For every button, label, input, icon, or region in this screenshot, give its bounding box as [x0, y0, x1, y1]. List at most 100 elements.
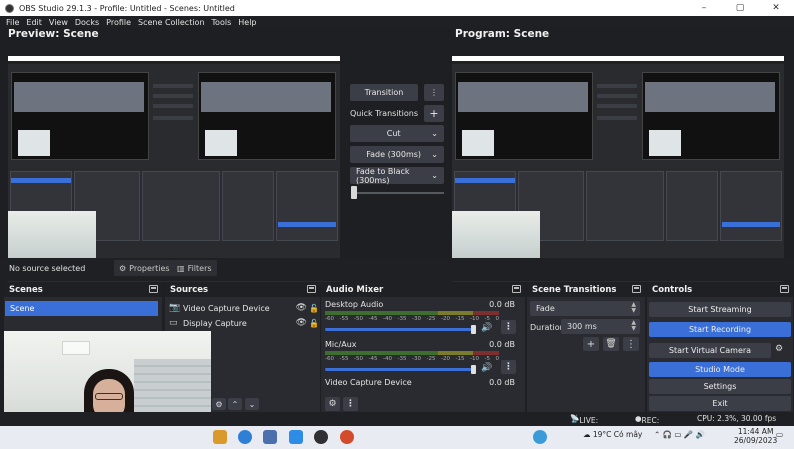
- edge-browser-icon[interactable]: [238, 430, 252, 444]
- quick-transition-fade-black[interactable]: Fade to Black (300ms) ⌄: [350, 167, 444, 185]
- trash-icon: 🗑: [605, 339, 617, 349]
- plus-icon: +: [586, 338, 596, 350]
- mixer-settings-button[interactable]: ⚙: [325, 397, 340, 411]
- os-taskbar: ☁ 19°C Có mây ⌃ 🎧 ▭ 🎤 🔊 11:44 AM 26/09/2…: [0, 426, 794, 449]
- undock-icon[interactable]: [780, 285, 789, 293]
- properties-button[interactable]: ⚙ Properties: [114, 260, 175, 276]
- eye-icon[interactable]: 👁: [296, 318, 307, 328]
- undock-icon[interactable]: [632, 285, 641, 293]
- undock-icon[interactable]: [512, 285, 521, 293]
- duration-value: 300 ms: [567, 322, 597, 331]
- eye-icon[interactable]: 👁: [296, 303, 307, 313]
- scenes-dock-title: Scenes: [9, 284, 43, 295]
- quick-transition-cut-label: Cut: [386, 129, 401, 138]
- minimize-button[interactable]: –: [686, 0, 722, 16]
- remove-transition-button[interactable]: 🗑: [603, 337, 619, 351]
- virtual-camera-settings-icon[interactable]: ⚙: [775, 344, 783, 354]
- volume-slider[interactable]: [325, 325, 476, 334]
- cpu-status: CPU: 2.3%, 30.00 fps: [697, 414, 777, 423]
- start-recording-button[interactable]: Start Recording: [649, 322, 791, 337]
- chevron-down-icon: ⌄: [248, 399, 256, 409]
- menu-scene-collection[interactable]: Scene Collection: [138, 18, 205, 27]
- source-item-video-capture[interactable]: 📷 Video Capture Device 👁 🔓: [169, 301, 321, 315]
- settings-button[interactable]: Settings: [649, 379, 791, 394]
- channel-name: Mic/Aux: [325, 340, 357, 349]
- chevron-up-icon: ⌃: [231, 399, 239, 409]
- source-settings-button[interactable]: ⚙: [212, 398, 226, 410]
- start-virtual-camera-button[interactable]: Start Virtual Camera: [649, 343, 771, 358]
- preview-title: Preview: Scene: [8, 28, 99, 40]
- duration-input[interactable]: 300 ms ▲ ▼: [561, 319, 640, 334]
- channel-name: Video Capture Device: [325, 378, 412, 387]
- studio-area: Preview: Scene Program: Scene Transition…: [0, 28, 794, 282]
- program-title: Program: Scene: [455, 28, 550, 40]
- mixer-menu-button[interactable]: ⋮: [343, 397, 358, 411]
- channel-db: 0.0 dB: [489, 340, 515, 349]
- window-controls: – ▢ ✕: [686, 0, 794, 16]
- meter-scale: -60 -55 -50 -45 -40 -35 -30 -25 -20 -15 -10 -5 0: [325, 316, 499, 322]
- filter-icon: ▥: [177, 263, 185, 273]
- zalo-icon[interactable]: [289, 430, 303, 444]
- volume-slider[interactable]: [325, 365, 476, 374]
- lock-icon[interactable]: 🔓: [309, 304, 319, 313]
- t-bar-handle[interactable]: [351, 186, 357, 199]
- properties-label: Properties: [129, 263, 170, 273]
- channel-db: 0.0 dB: [489, 300, 515, 309]
- add-quick-transition-button[interactable]: +: [424, 105, 444, 122]
- clock-date: 26/09/2023: [734, 436, 778, 445]
- quick-transition-cut[interactable]: Cut ⌄: [350, 125, 444, 142]
- transition-menu-button[interactable]: ⋮: [424, 84, 444, 101]
- quick-transition-fade[interactable]: Fade (300ms) ⌄: [350, 146, 444, 163]
- filters-button[interactable]: ▥ Filters: [172, 260, 217, 276]
- transition-menu-button[interactable]: ⋮: [623, 337, 639, 351]
- start-streaming-button[interactable]: Start Streaming: [649, 302, 791, 317]
- lock-icon[interactable]: 🔓: [309, 319, 319, 328]
- system-tray-icons[interactable]: ⌃ 🎧 ▭ 🎤 🔊: [654, 430, 705, 439]
- move-source-down-button[interactable]: ⌄: [245, 398, 259, 410]
- channel-menu-button[interactable]: ⋮: [501, 360, 516, 374]
- preview-canvas[interactable]: [8, 56, 340, 282]
- speaker-icon[interactable]: 🔊: [481, 363, 492, 373]
- powerpoint-icon[interactable]: [340, 430, 354, 444]
- menu-profile[interactable]: Profile: [106, 18, 131, 27]
- menu-help[interactable]: Help: [238, 18, 256, 27]
- nested-screen-image: [452, 56, 784, 282]
- menu-docks[interactable]: Docks: [75, 18, 99, 27]
- add-transition-button[interactable]: +: [583, 337, 599, 351]
- t-bar-track[interactable]: [352, 192, 444, 194]
- live-status: 📡 LIVE: 00:00:00: [570, 414, 613, 434]
- exit-button[interactable]: Exit: [649, 396, 791, 411]
- gear-icon: ⚙: [215, 399, 223, 409]
- file-explorer-icon[interactable]: [213, 430, 227, 444]
- meter-scale: -60 -55 -50 -45 -40 -35 -30 -25 -20 -15 -10 -5 0: [325, 356, 499, 362]
- menu-tools[interactable]: Tools: [212, 18, 232, 27]
- speaker-icon[interactable]: 🔊: [481, 323, 492, 333]
- maximize-button[interactable]: ▢: [722, 0, 758, 16]
- menu-edit[interactable]: Edit: [26, 18, 42, 27]
- transition-type-select[interactable]: Fade ▲ ▼: [530, 301, 640, 316]
- chrome-icon[interactable]: [533, 430, 547, 444]
- clock[interactable]: 11:44 AM 26/09/2023: [734, 427, 777, 445]
- move-source-up-button[interactable]: ⌃: [228, 398, 242, 410]
- chevron-down-icon: ⌄: [431, 171, 438, 180]
- transition-button[interactable]: Transition: [350, 84, 418, 101]
- undock-icon[interactable]: [149, 285, 158, 293]
- source-item-display-capture[interactable]: ▭ Display Capture 👁 🔓: [169, 316, 321, 330]
- sources-dock-header: Sources: [165, 282, 320, 297]
- menu-file[interactable]: File: [6, 18, 19, 27]
- menu-view[interactable]: View: [49, 18, 68, 27]
- channel-menu-button[interactable]: ⋮: [501, 320, 516, 334]
- undock-icon[interactable]: [307, 285, 316, 293]
- weather-widget[interactable]: ☁ 19°C Có mây: [583, 430, 642, 439]
- store-icon[interactable]: [263, 430, 277, 444]
- obs-logo-icon: [5, 3, 14, 13]
- scene-list-item[interactable]: Scene: [5, 301, 158, 316]
- obs-taskbar-icon[interactable]: [314, 430, 328, 444]
- notification-icon[interactable]: ▭: [776, 430, 783, 439]
- quick-transitions-label: Quick Transitions: [350, 109, 419, 118]
- controls-dock-title: Controls: [652, 284, 693, 295]
- studio-mode-button[interactable]: Studio Mode: [649, 362, 791, 377]
- volume-meter: [325, 351, 499, 355]
- scene-transitions-dock-header: Scene Transitions: [527, 282, 645, 297]
- close-button[interactable]: ✕: [758, 0, 794, 16]
